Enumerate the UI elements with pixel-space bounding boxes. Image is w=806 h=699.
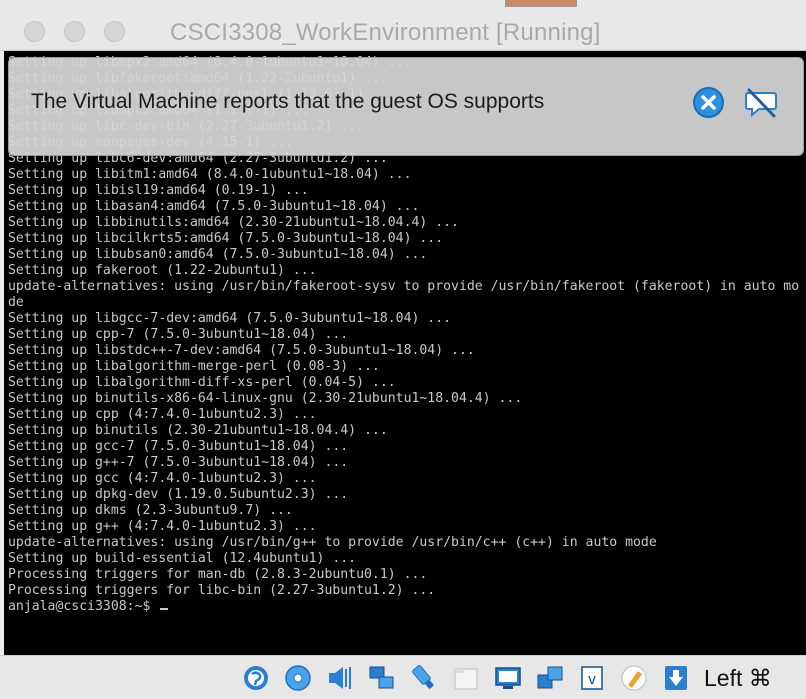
terminal-line: Setting up libasan4:amd64 (7.5.0-3ubuntu… xyxy=(8,199,420,214)
guest-os-notification: The Virtual Machine reports that the gue… xyxy=(8,57,804,156)
terminal-line: de xyxy=(8,295,24,310)
terminal-line: Setting up fakeroot (1.22-2ubuntu1) ... xyxy=(8,263,317,278)
window-minimize-button[interactable] xyxy=(64,21,85,42)
terminal-line: Setting up build-essential (12.4ubuntu1)… xyxy=(8,551,357,566)
terminal-line: update-alternatives: using /usr/bin/g++ … xyxy=(8,535,657,550)
window-zoom-button[interactable] xyxy=(104,21,125,42)
terminal-line: Setting up binutils-x86-64-linux-gnu (2.… xyxy=(8,391,523,406)
window-titlebar[interactable]: CSCI3308_WorkEnvironment [Running] xyxy=(0,0,806,51)
terminal-line: Setting up libgcc-7-dev:amd64 (7.5.0-3ub… xyxy=(8,311,452,326)
terminal-line: Setting up libisl19:amd64 (0.19-1) ... xyxy=(8,183,309,198)
terminal-line: Processing triggers for man-db (2.8.3-2u… xyxy=(8,567,428,582)
terminal-line: Setting up cpp-7 (7.5.0-3ubuntu1~18.04) … xyxy=(8,327,349,342)
terminal-line: Setting up libalgorithm-merge-perl (0.08… xyxy=(8,359,380,374)
terminal-line: Setting up gcc (4:7.4.0-1ubuntu2.3) ... xyxy=(8,471,317,486)
terminal-line: Setting up dpkg-dev (1.19.0.5ubuntu2.3) … xyxy=(8,487,349,502)
terminal-line: Setting up libstdc++-7-dev:amd64 (7.5.0-… xyxy=(8,343,475,358)
terminal-line: Setting up g++-7 (7.5.0-3ubuntu1~18.04) … xyxy=(8,455,349,470)
terminal-line: update-alternatives: using /usr/bin/fake… xyxy=(8,279,800,294)
audio-icon[interactable] xyxy=(326,663,354,693)
terminal-line: Setting up libcilkrts5:amd64 (7.5.0-3ubu… xyxy=(8,231,444,246)
text-cursor xyxy=(160,608,169,610)
terminal-line: Setting up libalgorithm-diff-xs-perl (0.… xyxy=(8,375,396,390)
terminal-line: Setting up libbinutils:amd64 (2.30-21ubu… xyxy=(8,215,459,230)
terminal-line: Processing triggers for libc-bin (2.27-3… xyxy=(8,583,436,598)
close-icon[interactable] xyxy=(693,87,724,118)
mouse-integration-icon[interactable] xyxy=(662,663,690,693)
window-title: CSCI3308_WorkEnvironment [Running] xyxy=(170,19,601,46)
terminal-line: Setting up libubsan0:amd64 (7.5.0-3ubunt… xyxy=(8,247,428,262)
shared-folders-icon[interactable] xyxy=(452,663,480,693)
video-capture-icon[interactable] xyxy=(536,663,564,693)
recording-icon[interactable]: v xyxy=(578,663,606,693)
vm-statusbar: v Left ⌘ xyxy=(0,655,806,699)
no-message-icon[interactable] xyxy=(743,87,779,119)
network-icon[interactable] xyxy=(368,663,396,693)
window-close-button[interactable] xyxy=(24,21,45,42)
terminal-prompt-line[interactable]: anjala@csci3308:~$ xyxy=(8,599,799,615)
terminal-line: Setting up libitm1:amd64 (8.4.0-1ubuntu1… xyxy=(8,167,412,182)
terminal-line: Setting up cpp (4:7.4.0-1ubuntu2.3) ... xyxy=(8,407,317,422)
terminal-line: Setting up gcc-7 (7.5.0-3ubuntu1~18.04) … xyxy=(8,439,349,454)
terminal-line: Setting up g++ (4:7.4.0-1ubuntu2.3) ... xyxy=(8,519,317,534)
display-icon[interactable] xyxy=(494,663,522,693)
svg-text:v: v xyxy=(588,672,596,688)
notification-message: The Virtual Machine reports that the gue… xyxy=(31,90,545,113)
terminal-line: Setting up dkms (2.3-3ubuntu9.7) ... xyxy=(8,503,293,518)
background-window-edge xyxy=(505,0,577,7)
optical-drive-icon[interactable] xyxy=(284,663,312,693)
usb-icon[interactable] xyxy=(410,663,438,693)
terminal-line: Setting up binutils (2.30-21ubuntu1~18.0… xyxy=(8,423,388,438)
hard-disk-icon[interactable] xyxy=(242,663,270,693)
host-key-label: Left ⌘ xyxy=(704,665,772,691)
cpu-icon[interactable] xyxy=(620,663,648,693)
shell-prompt: anjala@csci3308:~$ xyxy=(8,599,159,614)
